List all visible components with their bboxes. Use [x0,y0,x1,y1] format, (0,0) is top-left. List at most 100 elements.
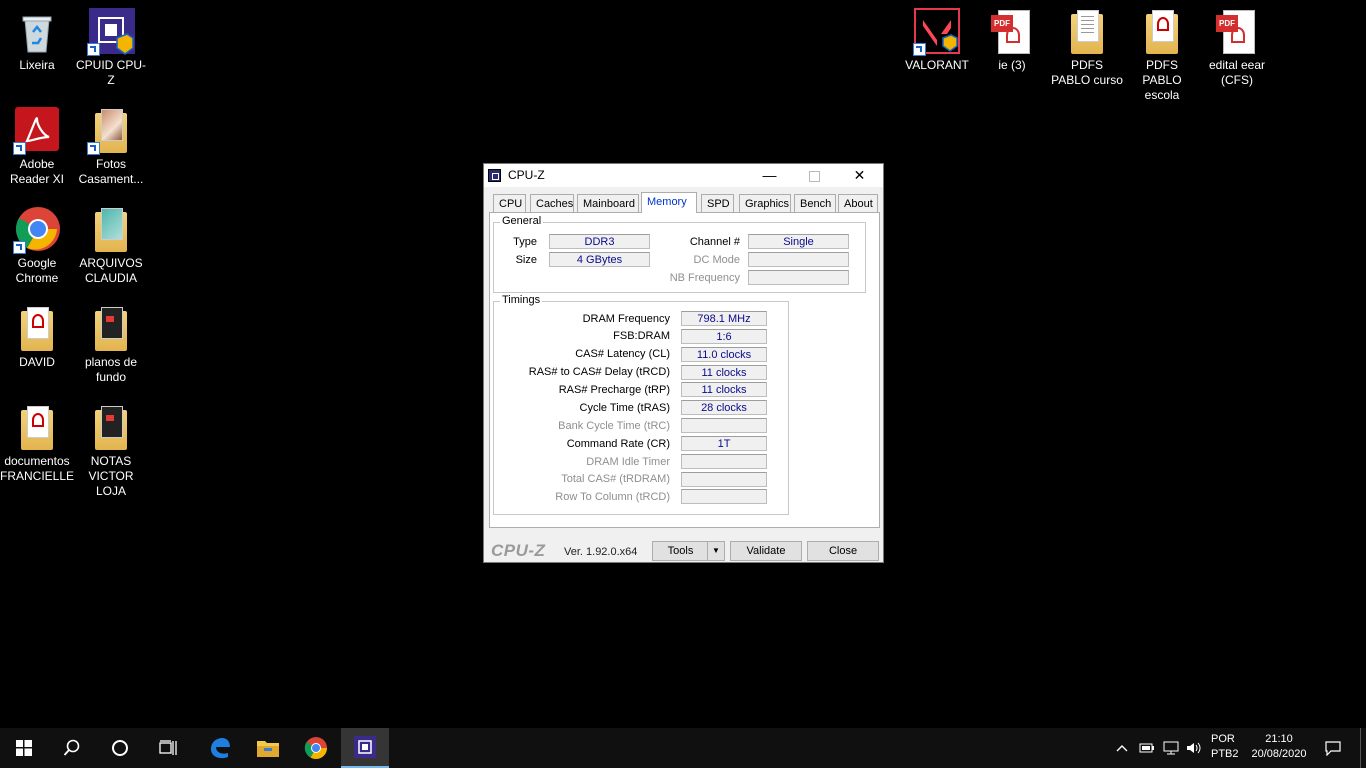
tab-bench[interactable]: Bench [794,194,836,212]
general-group: General Type DDR3 Size 4 GBytes Channel … [493,215,866,293]
size-label: Size [515,254,537,266]
close-button[interactable]: Close [807,541,879,561]
taskbar-chrome[interactable] [292,728,340,768]
desktop-icon-cpuz[interactable]: CPUID CPU-Z [74,8,148,88]
version-text: Ver. 1.92.0.x64 [564,546,638,558]
minimize-button[interactable]: — [747,164,792,187]
folder-icon [87,404,135,452]
maximize-button[interactable] [792,164,837,187]
show-hidden-icons-button[interactable] [1114,728,1130,768]
timing-label: CAS# Latency (CL) [575,348,670,360]
chevron-up-icon [1116,745,1128,752]
desktop-icon-recycle-bin[interactable]: Lixeira [0,8,74,73]
pdf-tag: PDF [1216,15,1238,32]
chrome-icon [304,737,327,759]
desktop-icon-label: Google Chrome [15,256,59,285]
timing-value [681,472,767,487]
desktop-icon-arquivos-claudia[interactable]: ARQUIVOS CLAUDIA [74,206,148,286]
desktop-icon-label: VALORANT [905,58,969,72]
timing-value: 1T [681,436,767,451]
timing-value [681,418,767,433]
chrome-icon [13,206,61,254]
desktop-icon-label: Fotos Casament... [78,157,144,186]
cpuz-window: CPU-Z — ✕ CPU Caches Mainboard Memory SP… [483,163,884,563]
clock[interactable]: 21:10 20/08/2020 [1246,732,1312,762]
tab-graphics[interactable]: Graphics [739,194,791,212]
timing-value: 798.1 MHz [681,311,767,326]
task-view-icon [159,740,177,755]
desktop-icon-pdfs-pablo-curso[interactable]: PDFS PABLO curso [1050,8,1124,88]
tab-about[interactable]: About [838,194,878,212]
show-desktop-button[interactable] [1360,728,1366,768]
folder-icon [87,107,135,155]
desktop-icon-notas-victor-loja[interactable]: NOTAS VICTOR LOJA [74,404,148,499]
desktop-icon-google-chrome[interactable]: Google Chrome [0,206,74,286]
timing-value: 11 clocks [681,365,767,380]
start-button[interactable] [0,728,48,768]
desktop-icon-label: Adobe Reader XI [9,157,65,186]
desktop-icon-label: ARQUIVOS CLAUDIA [79,256,143,285]
tab-memory[interactable]: Memory [641,192,697,213]
volume-tray-button[interactable] [1185,728,1203,768]
shortcut-arrow-icon [13,142,26,155]
window-titlebar[interactable]: CPU-Z — ✕ [484,164,883,187]
taskbar-cpuz[interactable] [341,728,389,768]
tab-caches[interactable]: Caches [530,194,574,212]
cpuz-chip-icon [354,736,376,758]
speaker-icon [1187,742,1201,754]
search-button[interactable] [48,728,96,768]
desktop-icon-adobe-reader[interactable]: Adobe Reader XI [0,107,74,187]
desktop-icon-ie-3[interactable]: PDF ie (3) [975,8,1049,73]
tab-spd[interactable]: SPD [701,194,734,212]
folder-icon [257,741,279,757]
tab-cpu[interactable]: CPU [493,194,526,212]
memory-panel: General Type DDR3 Size 4 GBytes Channel … [489,212,880,528]
desktop-icon-label: DAVID [19,355,55,369]
tools-button[interactable]: Tools ▼ [652,541,725,561]
timing-label: FSB:DRAM [613,330,670,342]
channel-value: Single [748,234,849,249]
taskbar-edge[interactable] [196,728,244,768]
input-language-indicator[interactable]: POR PTB2 [1211,732,1239,762]
desktop-icon-fotos-casamento[interactable]: Fotos Casament... [74,107,148,187]
close-window-button[interactable]: ✕ [837,164,882,187]
timing-label: Command Rate (CR) [566,438,670,450]
desktop-icon-edital-eear[interactable]: PDF edital eear (CFS) [1200,8,1274,88]
cortana-button[interactable] [96,728,144,768]
desktop-icon-label: documentos FRANCIELLE [0,454,75,483]
desktop-icon-documentos-francielle[interactable]: documentos FRANCIELLE [0,404,74,484]
timing-value [681,489,767,504]
validate-button[interactable]: Validate [730,541,802,561]
battery-tray-button[interactable] [1138,728,1156,768]
tab-mainboard[interactable]: Mainboard [577,194,639,212]
dc-mode-value [748,252,849,267]
taskbar-file-explorer[interactable] [244,728,292,768]
timing-label: Row To Column (tRCD) [555,491,670,503]
desktop-icon-label: CPUID CPU-Z [75,58,146,87]
timing-value [681,454,767,469]
dc-mode-label: DC Mode [693,254,740,266]
shortcut-arrow-icon [913,43,926,56]
window-title: CPU-Z [508,168,545,182]
windows-logo-icon [16,740,32,756]
cpuz-logo: CPU-Z [491,541,546,560]
tools-button-label: Tools [667,545,694,557]
action-center-button[interactable] [1318,728,1348,768]
timing-label: RAS# Precharge (tRP) [558,384,670,396]
keyboard-layout: PTB2 [1211,748,1239,760]
folder-icon [1063,8,1111,56]
desktop-icon-valorant[interactable]: VALORANT [900,8,974,73]
timings-group: Timings DRAM Frequency 798.1 MHz FSB:DRA… [493,294,789,515]
pdf-tag: PDF [991,15,1013,32]
language-code: POR [1211,733,1235,745]
desktop-icon-david[interactable]: DAVID [0,305,74,370]
tools-dropdown-arrow-icon[interactable]: ▼ [707,542,724,560]
task-view-button[interactable] [144,728,192,768]
timing-value: 11 clocks [681,382,767,397]
battery-icon [1139,743,1154,753]
nb-frequency-value [748,270,849,285]
desktop-icon-label: ie (3) [998,58,1026,72]
desktop-icon-planos-de-fundo[interactable]: planos de fundo [74,305,148,385]
desktop-icon-pdfs-pablo-escola[interactable]: PDFS PABLO escola [1125,8,1199,103]
network-tray-button[interactable] [1162,728,1180,768]
